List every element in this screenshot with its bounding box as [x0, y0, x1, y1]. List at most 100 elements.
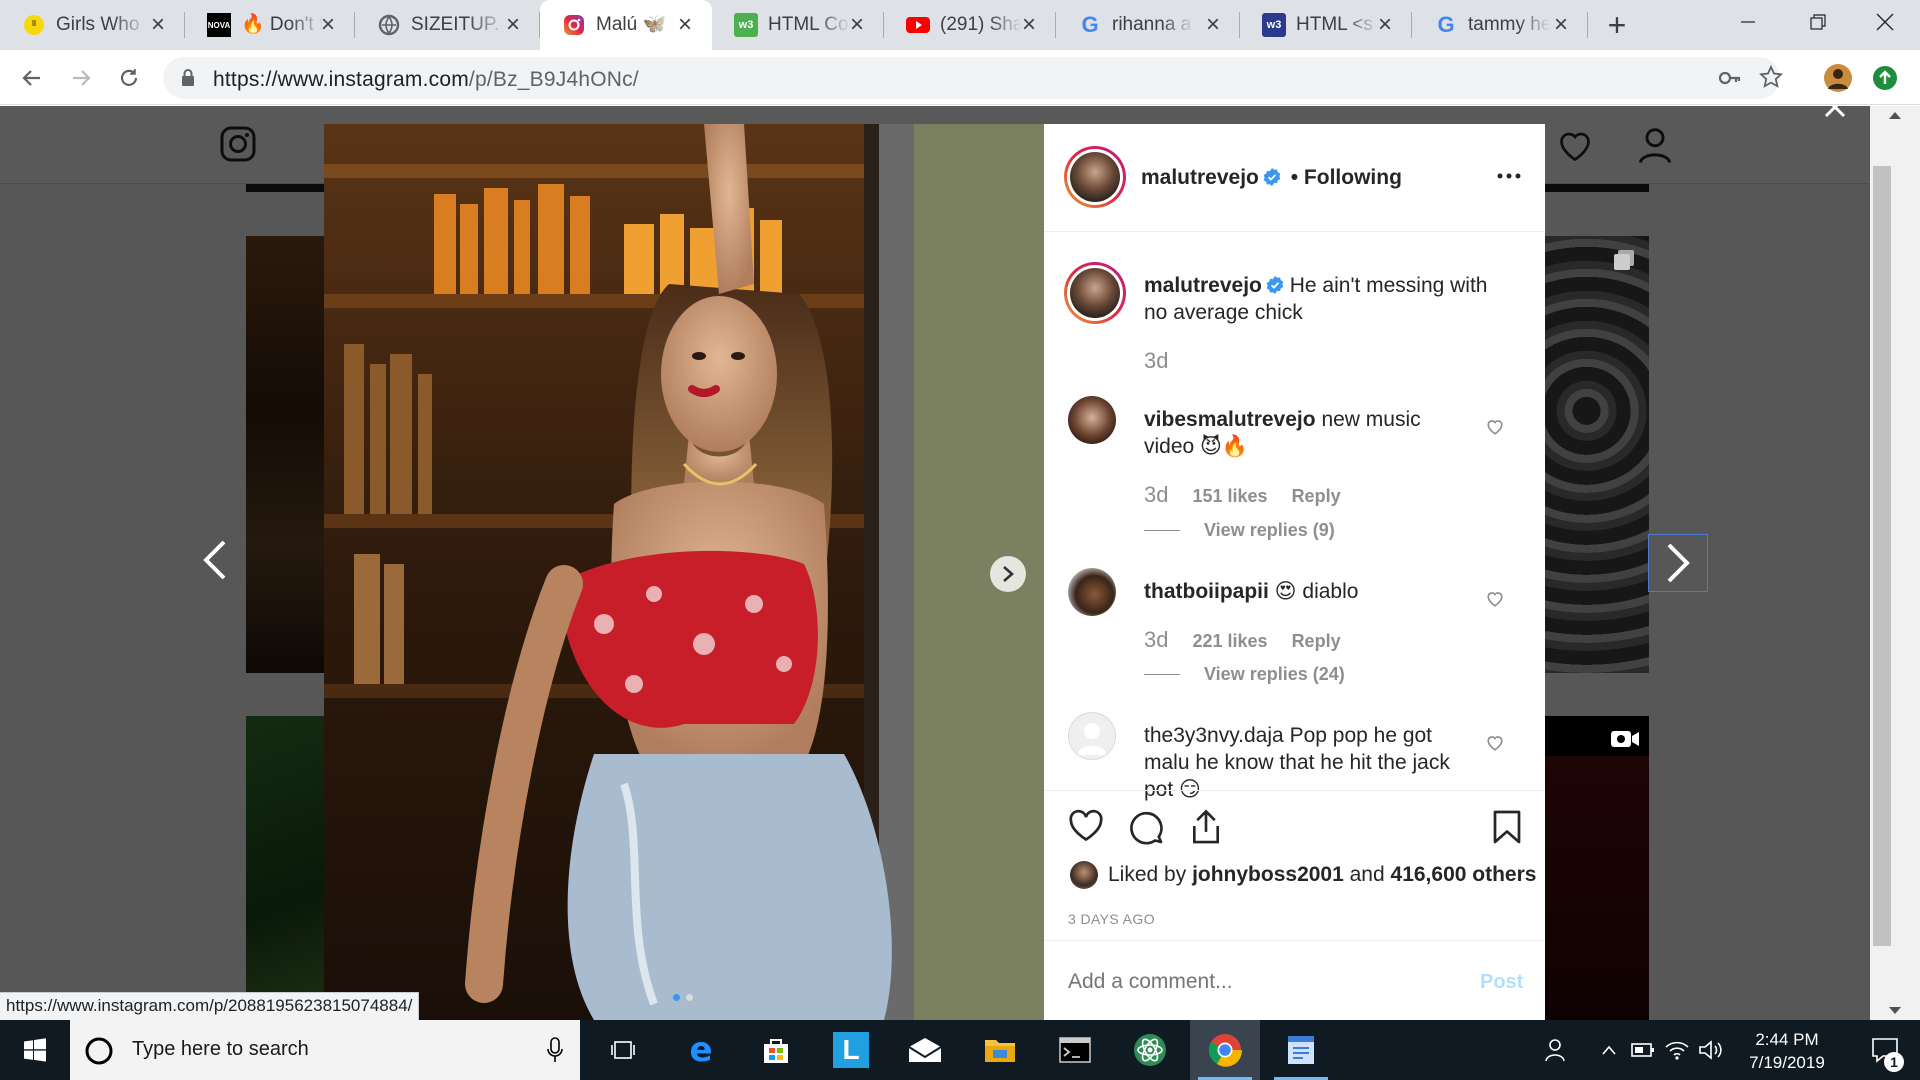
- tab-html-colors[interactable]: w3 HTML Col ×: [712, 0, 884, 50]
- follow-status[interactable]: • Following: [1291, 166, 1402, 189]
- minimize-button[interactable]: [1713, 0, 1783, 44]
- cortana-circle-icon[interactable]: [84, 1036, 114, 1066]
- tab-dont[interactable]: NOVA 🔥 Don't f ×: [185, 0, 355, 50]
- likes-count-button[interactable]: 416,600 others: [1391, 863, 1537, 887]
- view-replies-button[interactable]: View replies (24): [1144, 664, 1345, 685]
- comments-section[interactable]: malutrevejo He ain't messing with no ave…: [1044, 232, 1545, 813]
- share-icon[interactable]: [1188, 807, 1224, 845]
- comment-reply-button[interactable]: Reply: [1292, 631, 1341, 652]
- caption-username[interactable]: malutrevejo: [1144, 274, 1262, 297]
- browser-tab-strip: Girls Who × NOVA 🔥 Don't f × SIZEITUP. ×…: [0, 0, 1920, 50]
- tab-rihanna-google[interactable]: G rihanna a ×: [1056, 0, 1240, 50]
- tab-malu-instagram[interactable]: Malú 🦋 ( ×: [540, 0, 712, 50]
- tab-close-icon[interactable]: ×: [672, 12, 698, 38]
- file-explorer-icon[interactable]: [965, 1020, 1035, 1080]
- comment-avatar[interactable]: [1068, 568, 1116, 616]
- tab-tammy-google[interactable]: G tammy he ×: [1412, 0, 1588, 50]
- comment-likes[interactable]: 221 likes: [1192, 631, 1267, 652]
- battery-icon[interactable]: [1626, 1020, 1660, 1080]
- tab-close-icon[interactable]: ×: [1372, 12, 1398, 38]
- view-replies-button[interactable]: View replies (9): [1144, 520, 1335, 541]
- system-clock[interactable]: 2:44 PM 7/19/2019: [1722, 1028, 1852, 1074]
- author-username[interactable]: malutrevejo: [1141, 166, 1259, 189]
- forward-button[interactable]: [65, 62, 97, 94]
- comment-input[interactable]: [1068, 967, 1448, 997]
- atom-editor-icon[interactable]: [1115, 1020, 1185, 1080]
- lock-icon[interactable]: [180, 68, 196, 88]
- google-icon: G: [1437, 12, 1455, 37]
- close-modal-icon[interactable]: [1822, 106, 1850, 118]
- tab-title: 🔥 Don't f: [241, 14, 323, 35]
- tab-youtube[interactable]: (291) Sha ×: [884, 0, 1056, 50]
- previous-post-arrow-icon[interactable]: [200, 538, 230, 582]
- restore-button[interactable]: [1783, 0, 1853, 44]
- taskbar-search-box[interactable]: Type here to search: [70, 1020, 580, 1080]
- tab-close-icon[interactable]: ×: [145, 12, 171, 38]
- chrome-icon[interactable]: [1190, 1020, 1260, 1080]
- like-comment-heart-icon[interactable]: [1486, 590, 1504, 608]
- comment-reply-button[interactable]: Reply: [1292, 486, 1341, 507]
- address-bar[interactable]: https://www.instagram.com/p/Bz_B9J4hONc/: [163, 57, 1783, 99]
- carousel-dot-active: [673, 994, 680, 1001]
- wifi-icon[interactable]: [1660, 1020, 1694, 1080]
- more-options-icon[interactable]: [1496, 168, 1522, 184]
- save-bookmark-icon[interactable]: [1492, 809, 1522, 845]
- caption: malutrevejo He ain't messing with no ave…: [1144, 272, 1514, 326]
- next-photo-arrow-icon[interactable]: [990, 556, 1026, 592]
- liked-by-username[interactable]: johnyboss2001: [1192, 863, 1344, 887]
- tab-close-icon[interactable]: ×: [844, 12, 870, 38]
- page-scrollbar[interactable]: [1870, 106, 1920, 1020]
- tab-sizeitup[interactable]: SIZEITUP. ×: [355, 0, 540, 50]
- update-icon[interactable]: [1869, 62, 1901, 94]
- tab-close-icon[interactable]: ×: [1200, 12, 1226, 38]
- author-avatar[interactable]: [1064, 146, 1126, 208]
- people-icon[interactable]: [1520, 1020, 1592, 1080]
- microphone-icon[interactable]: [546, 1036, 564, 1064]
- comment-username[interactable]: the3y3nvy.daja: [1144, 724, 1284, 747]
- tab-close-icon[interactable]: ×: [500, 12, 526, 38]
- key-icon[interactable]: [1718, 68, 1742, 88]
- tab-close-icon[interactable]: ×: [1548, 12, 1574, 38]
- instagram-icon: [562, 13, 586, 37]
- microsoft-store-icon[interactable]: [741, 1020, 811, 1080]
- action-center-icon[interactable]: 1: [1852, 1020, 1920, 1080]
- comment-avatar-placeholder[interactable]: [1068, 712, 1116, 760]
- new-tab-button[interactable]: +: [1601, 9, 1633, 42]
- close-window-button[interactable]: [1850, 0, 1920, 44]
- tab-close-icon[interactable]: ×: [1016, 12, 1042, 38]
- start-button[interactable]: [0, 1020, 70, 1080]
- tab-close-icon[interactable]: ×: [315, 12, 341, 38]
- mail-icon[interactable]: [890, 1020, 960, 1080]
- like-heart-icon[interactable]: [1068, 809, 1104, 843]
- back-button[interactable]: [16, 62, 48, 94]
- comment-time[interactable]: 3d: [1144, 482, 1168, 508]
- comment-username[interactable]: vibesmalutrevejo: [1144, 408, 1316, 431]
- terminal-icon[interactable]: [1040, 1020, 1110, 1080]
- caption-time[interactable]: 3d: [1144, 348, 1168, 374]
- profile-avatar[interactable]: [1822, 62, 1854, 94]
- next-post-arrow-icon[interactable]: [1648, 534, 1708, 592]
- like-comment-heart-icon[interactable]: [1486, 734, 1504, 752]
- comment-likes[interactable]: 151 likes: [1192, 486, 1267, 507]
- l-app-icon[interactable]: L: [816, 1020, 886, 1080]
- comment-text: 😍 diablo: [1274, 580, 1359, 603]
- post-comment-button[interactable]: Post: [1480, 971, 1523, 994]
- show-hidden-icons-chevron-icon[interactable]: [1592, 1020, 1626, 1080]
- post-photo[interactable]: [324, 124, 1044, 1020]
- bookmark-star-icon[interactable]: [1759, 65, 1783, 89]
- comment-username[interactable]: thatboiipapii: [1144, 580, 1269, 603]
- caption-author-avatar[interactable]: [1064, 262, 1126, 324]
- nova-icon: NOVA: [207, 13, 231, 37]
- liker-avatar[interactable]: [1070, 861, 1098, 889]
- tab-girls-who[interactable]: Girls Who ×: [0, 0, 185, 50]
- edge-browser-icon[interactable]: e: [666, 1020, 736, 1080]
- post-date[interactable]: 3 DAYS AGO: [1068, 911, 1155, 927]
- reload-button[interactable]: [113, 62, 145, 94]
- comment-time[interactable]: 3d: [1144, 627, 1168, 653]
- comment-avatar[interactable]: [1068, 396, 1116, 444]
- document-app-icon[interactable]: [1266, 1020, 1336, 1080]
- like-comment-heart-icon[interactable]: [1486, 418, 1504, 436]
- tab-html-script[interactable]: w3 HTML <s ×: [1240, 0, 1412, 50]
- task-view-icon[interactable]: [588, 1020, 658, 1080]
- comment-bubble-icon[interactable]: [1128, 809, 1164, 845]
